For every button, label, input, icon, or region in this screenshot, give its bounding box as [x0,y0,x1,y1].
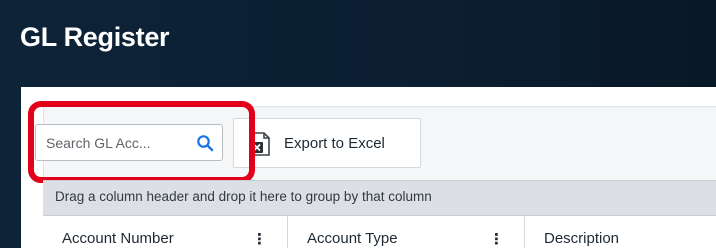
column-header-label: Description [544,230,620,247]
column-menu-icon[interactable]: ⋮ [489,230,504,248]
search-input[interactable] [36,125,186,160]
group-by-panel[interactable]: Drag a column header and drop it here to… [43,180,716,215]
column-header-description[interactable]: Description [525,216,716,248]
column-header-account-number[interactable]: Account Number ⋮ [43,216,288,248]
column-header-label: Account Type [307,230,398,247]
page-title: GL Register [20,22,170,52]
grid-header-row: Account Number ⋮ Account Type ⋮ Descript… [43,215,716,248]
export-to-excel-button[interactable]: Export to Excel [233,118,421,168]
excel-icon [251,132,271,156]
gl-register-page: GL Register Export to Excel Drag a colum… [0,0,716,248]
export-button-label: Export to Excel [284,135,385,152]
search-icon[interactable] [196,134,214,152]
group-panel-hint: Drag a column header and drop it here to… [55,189,432,204]
column-menu-icon[interactable]: ⋮ [252,230,267,248]
column-header-account-type[interactable]: Account Type ⋮ [288,216,525,248]
column-header-label: Account Number [62,230,174,247]
search-field[interactable] [35,124,223,161]
